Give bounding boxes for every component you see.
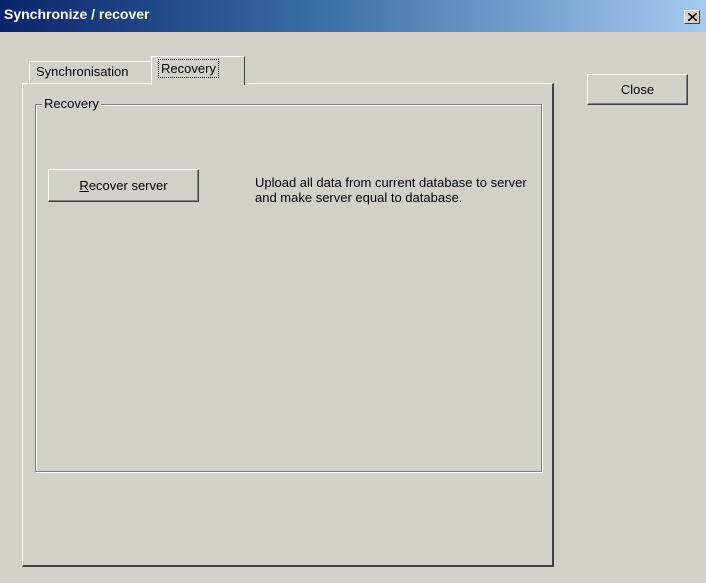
recover-server-button-accel: R <box>79 178 89 193</box>
title-bar[interactable]: Synchronize / recover <box>0 0 706 32</box>
recovery-group-label: Recovery <box>42 96 101 111</box>
tab-synchronisation[interactable]: Synchronisation <box>29 61 153 83</box>
recover-server-button-label: ecover server <box>88 178 168 193</box>
window-title: Synchronize / recover <box>4 6 150 22</box>
tab-synchronisation-label: Synchronisation <box>36 64 129 79</box>
recover-server-button[interactable]: Recover server <box>48 169 199 202</box>
close-icon[interactable] <box>684 10 700 24</box>
recovery-description: Upload all data from current database to… <box>255 175 527 205</box>
close-button-label: Close <box>620 82 655 97</box>
close-button[interactable]: Close <box>587 74 688 105</box>
tab-panel-recovery: Recovery Recover server Upload all data … <box>22 83 554 567</box>
recovery-groupbox: Recovery Recover server Upload all data … <box>35 96 542 472</box>
tab-recovery-label: Recovery <box>158 59 219 78</box>
tab-recovery[interactable]: Recovery <box>151 56 245 85</box>
dialog-window: Synchronize / recover Synchronisation Re… <box>0 0 706 583</box>
